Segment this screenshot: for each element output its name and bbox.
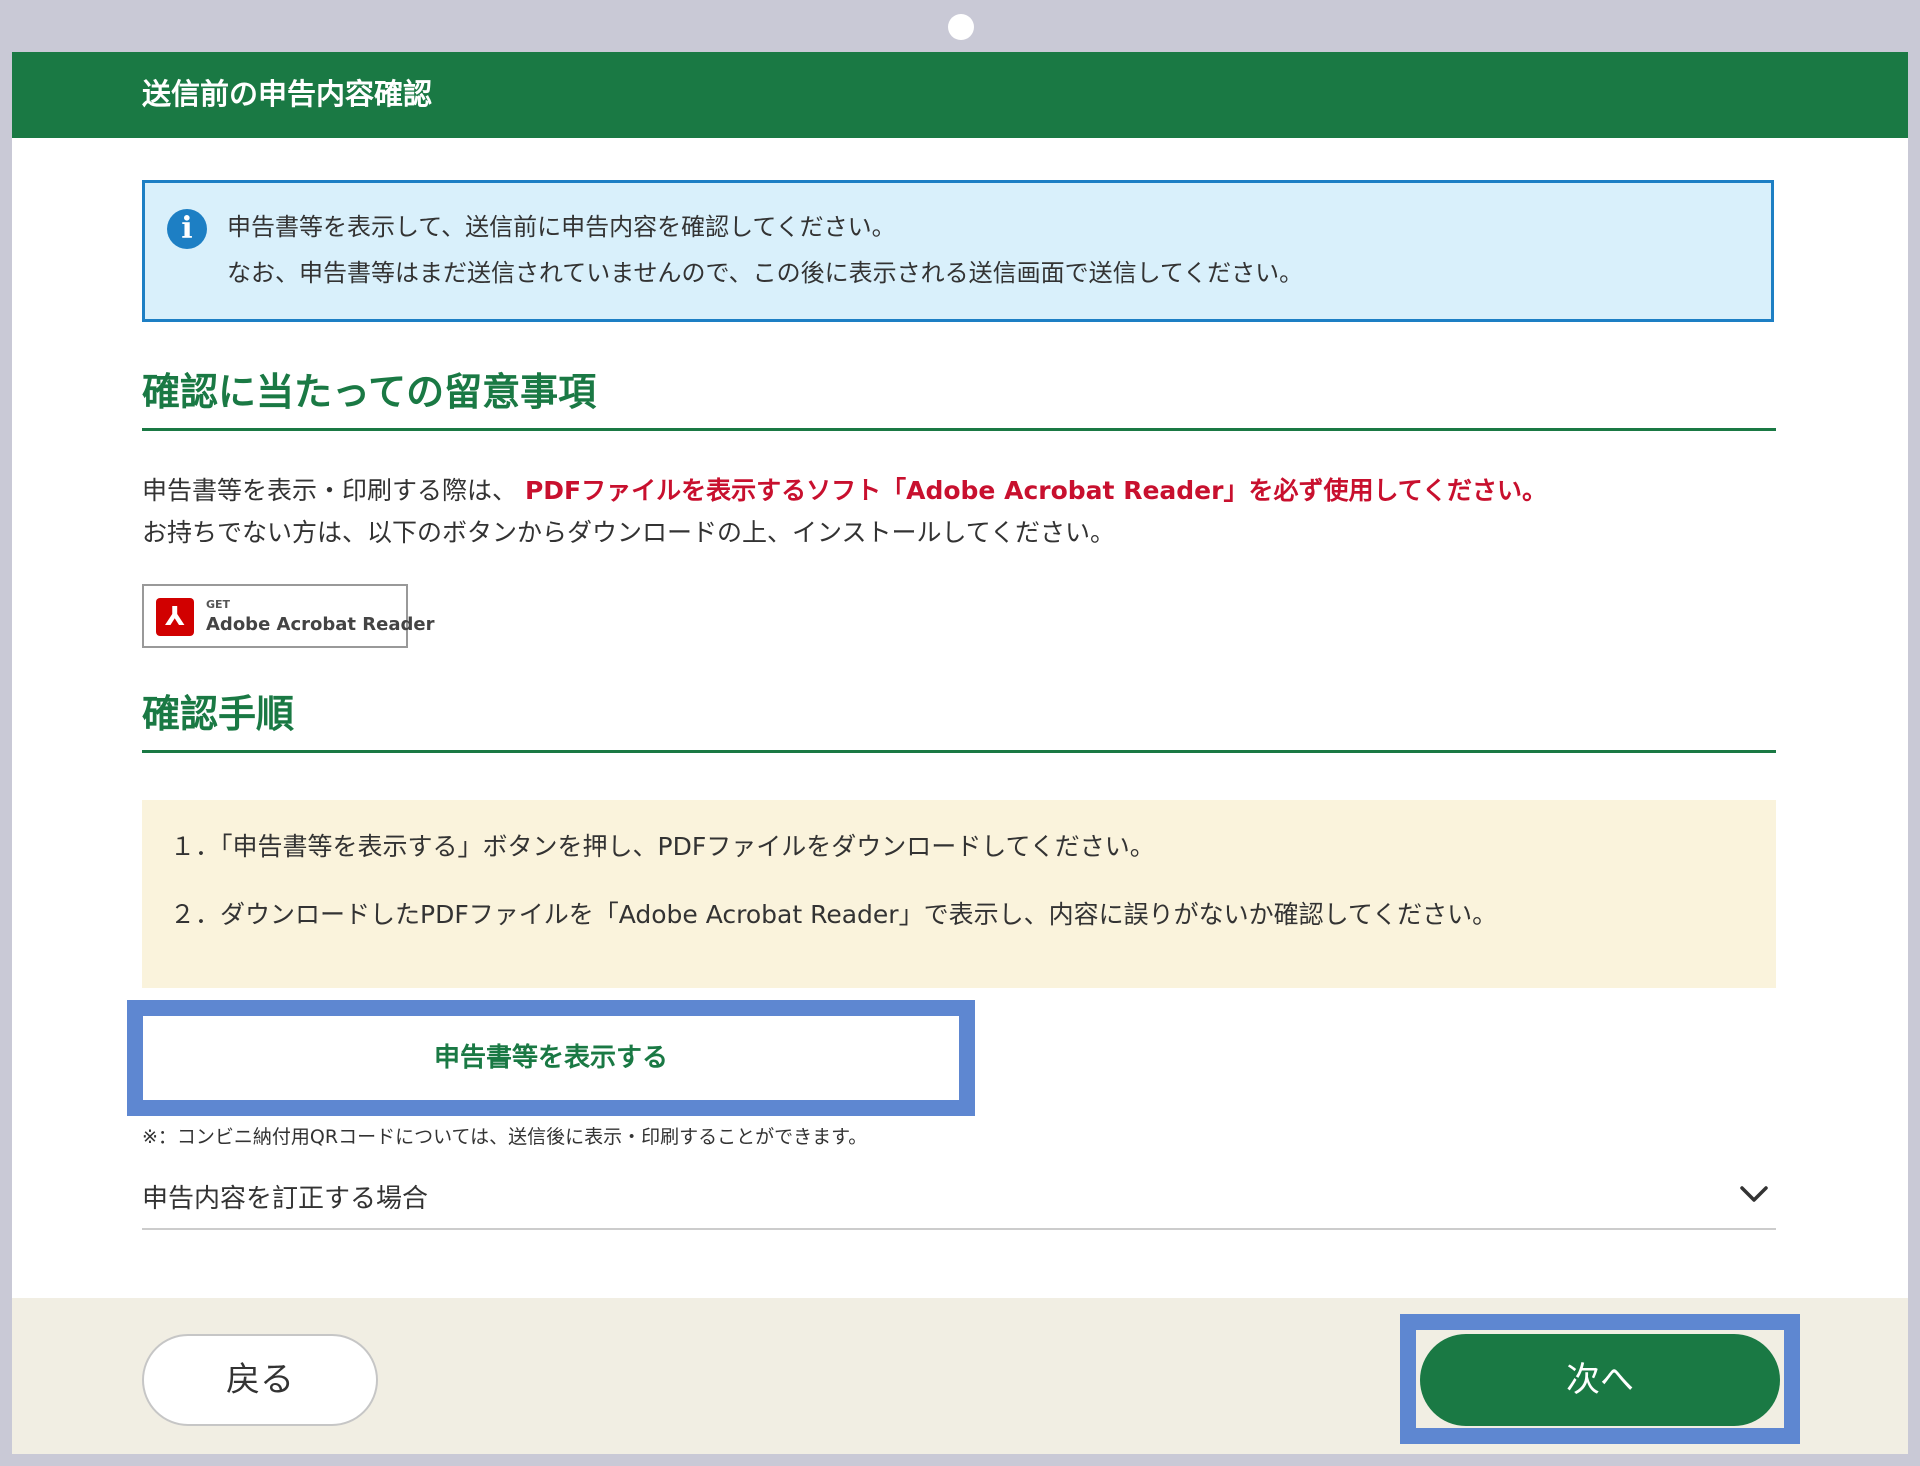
procedure-step-1: １．「申告書等を表示する」ボタンを押し、PDFファイルをダウンロードしてください…: [170, 832, 1155, 861]
notes-text: 申告書等を表示・印刷する際は、 PDFファイルを表示するソフト「Adobe Ac…: [142, 470, 1842, 554]
procedure-steps-box: １．「申告書等を表示する」ボタンを押し、PDFファイルをダウンロードしてください…: [142, 800, 1776, 988]
adobe-badge-name: Adobe Acrobat Reader: [206, 614, 435, 635]
app-screen: 送信前の申告内容確認 i 申告書等を表示して、送信前に申告内容を確認してください…: [12, 52, 1908, 1454]
info-icon: i: [167, 209, 207, 249]
procedure-section-heading: 確認手順: [142, 690, 1776, 753]
notes-section-heading: 確認に当たっての留意事項: [142, 368, 1776, 431]
adobe-pdf-icon: ⅄: [156, 598, 194, 636]
info-message-box: i 申告書等を表示して、送信前に申告内容を確認してください。 なお、申告書等はま…: [142, 180, 1774, 322]
correction-accordion[interactable]: 申告内容を訂正する場合: [142, 1160, 1776, 1230]
chevron-down-icon: [1740, 1186, 1768, 1202]
correction-accordion-label: 申告内容を訂正する場合: [142, 1184, 429, 1214]
next-button[interactable]: 次へ: [1420, 1334, 1780, 1426]
device-camera: [948, 14, 974, 40]
info-message-line-2: なお、申告書等はまだ送信されていませんので、この後に表示される送信画面で送信して…: [227, 259, 1304, 287]
info-message-line-1: 申告書等を表示して、送信前に申告内容を確認してください。: [227, 213, 896, 241]
back-button[interactable]: 戻る: [142, 1334, 378, 1426]
show-documents-button[interactable]: 申告書等を表示する: [143, 1016, 959, 1100]
page-title: 送信前の申告内容確認: [142, 77, 433, 111]
qr-code-footnote: ※：コンビニ納付用QRコードについては、送信後に表示・印刷することができます。: [142, 1126, 868, 1148]
adobe-badge-get: GET: [206, 598, 231, 611]
page-header: 送信前の申告内容確認: [12, 52, 1908, 138]
procedure-step-2: ２．ダウンロードしたPDFファイルを「Adobe Acrobat Reader」…: [170, 900, 1498, 929]
notes-line-2: お持ちでない方は、以下のボタンからダウンロードの上、インストールしてください。: [142, 518, 1116, 547]
notes-line-1-emphasis: PDFファイルを表示するソフト「Adobe Acrobat Reader」を必ず…: [524, 476, 1547, 505]
get-adobe-reader-link[interactable]: ⅄ GET Adobe Acrobat Reader: [142, 584, 434, 648]
notes-line-1-prefix: 申告書等を表示・印刷する際は、: [142, 476, 518, 505]
